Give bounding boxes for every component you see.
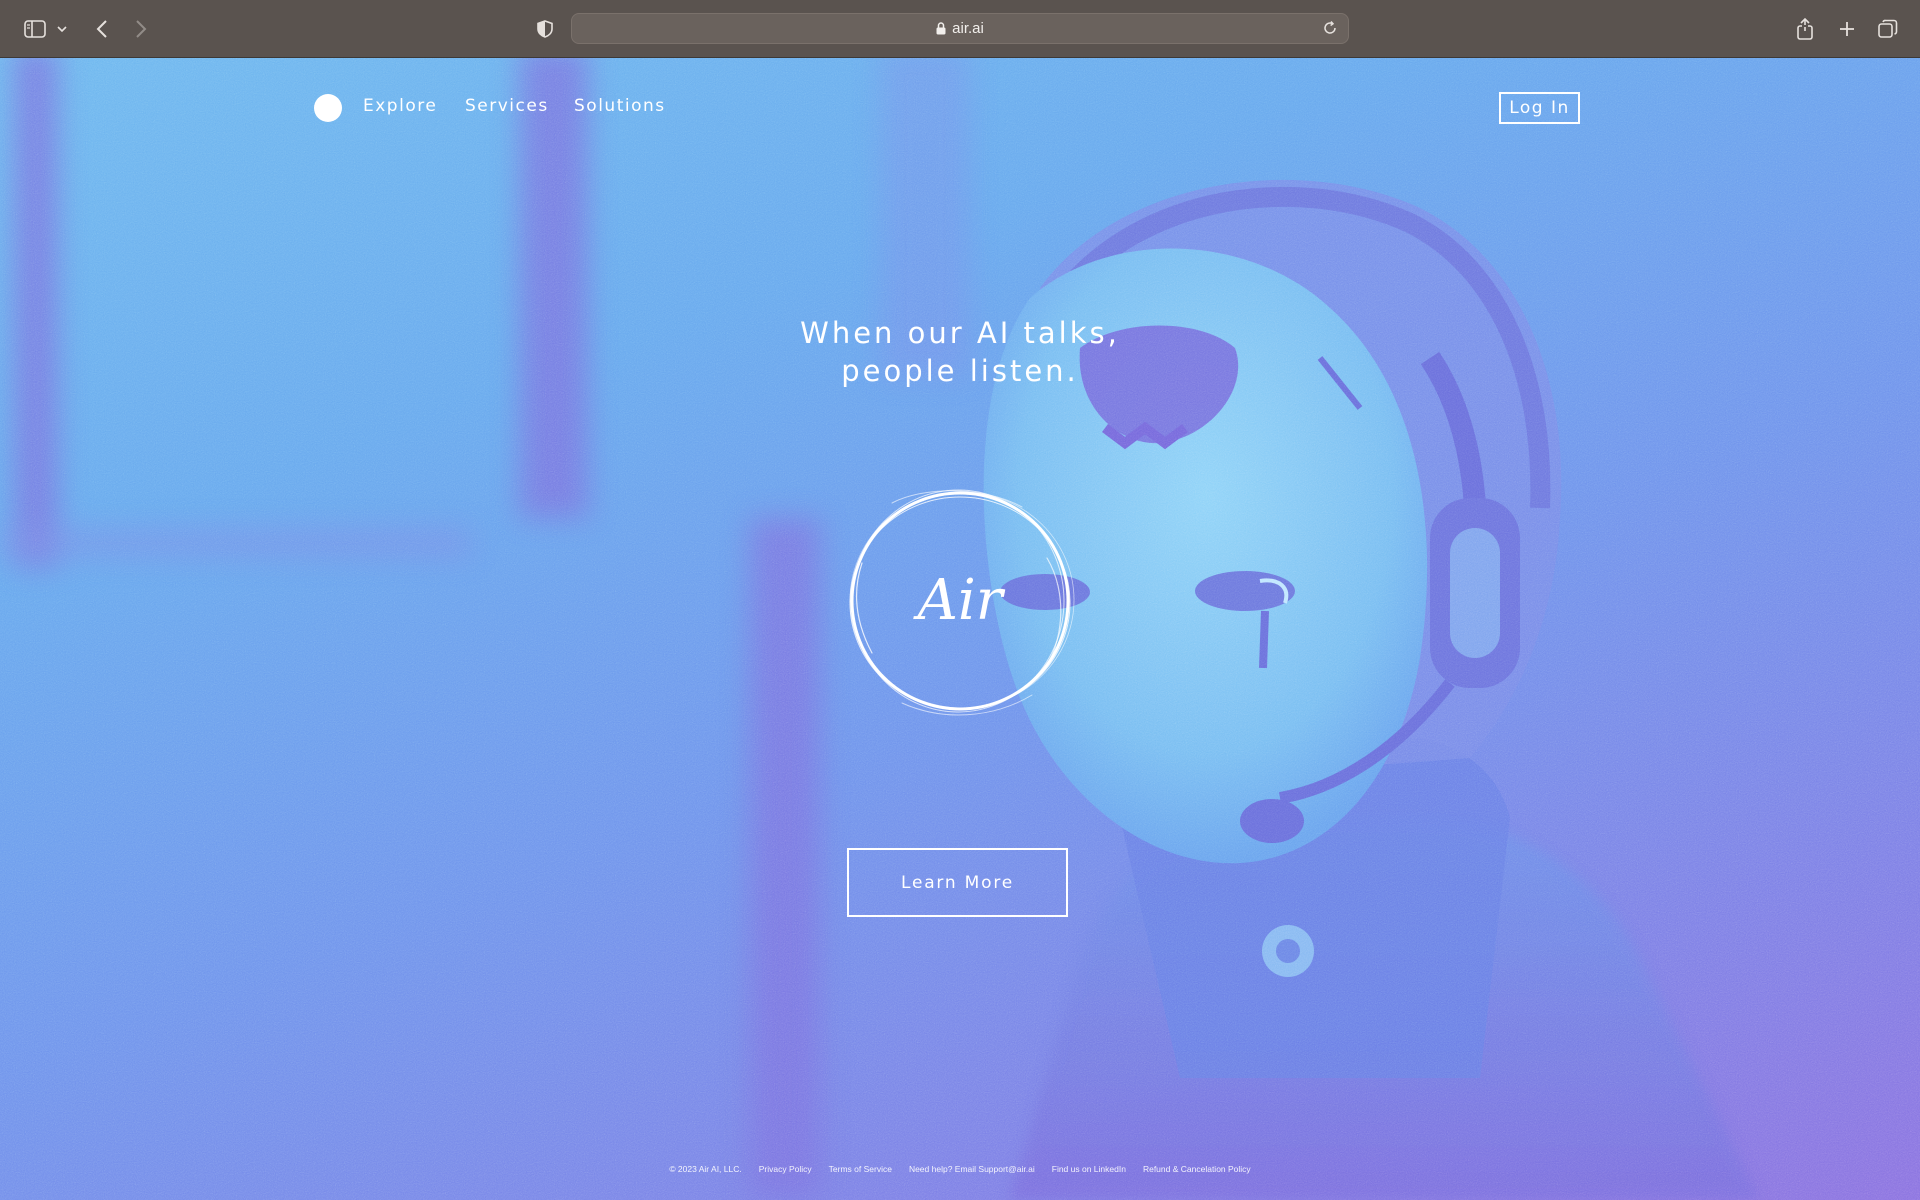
forward-arrow-icon[interactable]	[131, 15, 151, 43]
nav-solutions[interactable]: Solutions	[574, 96, 666, 116]
footer-link-terms[interactable]: Terms of Service	[829, 1164, 892, 1174]
login-button[interactable]: Log In	[1499, 92, 1580, 124]
hero-headline-line-2: people listen.	[841, 354, 1079, 388]
footer-link-linkedin[interactable]: Find us on LinkedIn	[1052, 1164, 1126, 1174]
address-url: air.ai	[952, 20, 984, 37]
sidebar-icon[interactable]	[22, 15, 48, 43]
browser-toolbar: air.ai	[0, 0, 1920, 58]
hero-headline: When our AI talks, people listen.	[660, 314, 1260, 390]
reload-icon[interactable]	[1322, 20, 1338, 36]
footer-link-support[interactable]: Need help? Email Support@air.ai	[909, 1164, 1035, 1174]
air-logo[interactable]: Air	[832, 473, 1088, 729]
address-bar[interactable]: air.ai	[571, 13, 1349, 44]
footer-link-privacy[interactable]: Privacy Policy	[759, 1164, 812, 1174]
nav-explore[interactable]: Explore	[363, 96, 437, 116]
hero-headline-line-1: When our AI talks,	[800, 316, 1120, 350]
air-logo-text: Air	[912, 568, 1005, 633]
nav-services[interactable]: Services	[465, 96, 549, 116]
web-page: Explore Services Solutions Log In When o…	[0, 58, 1920, 1200]
back-arrow-icon[interactable]	[92, 15, 112, 43]
share-icon[interactable]	[1794, 15, 1816, 43]
footer-copyright: © 2023 Air AI, LLC.	[669, 1164, 742, 1174]
footer: © 2023 Air AI, LLC. Privacy Policy Terms…	[0, 1164, 1920, 1174]
lock-icon	[936, 22, 946, 35]
shield-icon[interactable]	[535, 15, 555, 43]
brand-logo-dot[interactable]	[314, 94, 342, 122]
plus-icon[interactable]	[1836, 15, 1858, 43]
tabs-icon[interactable]	[1877, 15, 1899, 43]
chevron-down-icon[interactable]	[55, 15, 69, 43]
footer-link-refund[interactable]: Refund & Cancelation Policy	[1143, 1164, 1251, 1174]
learn-more-button[interactable]: Learn More	[847, 848, 1068, 917]
